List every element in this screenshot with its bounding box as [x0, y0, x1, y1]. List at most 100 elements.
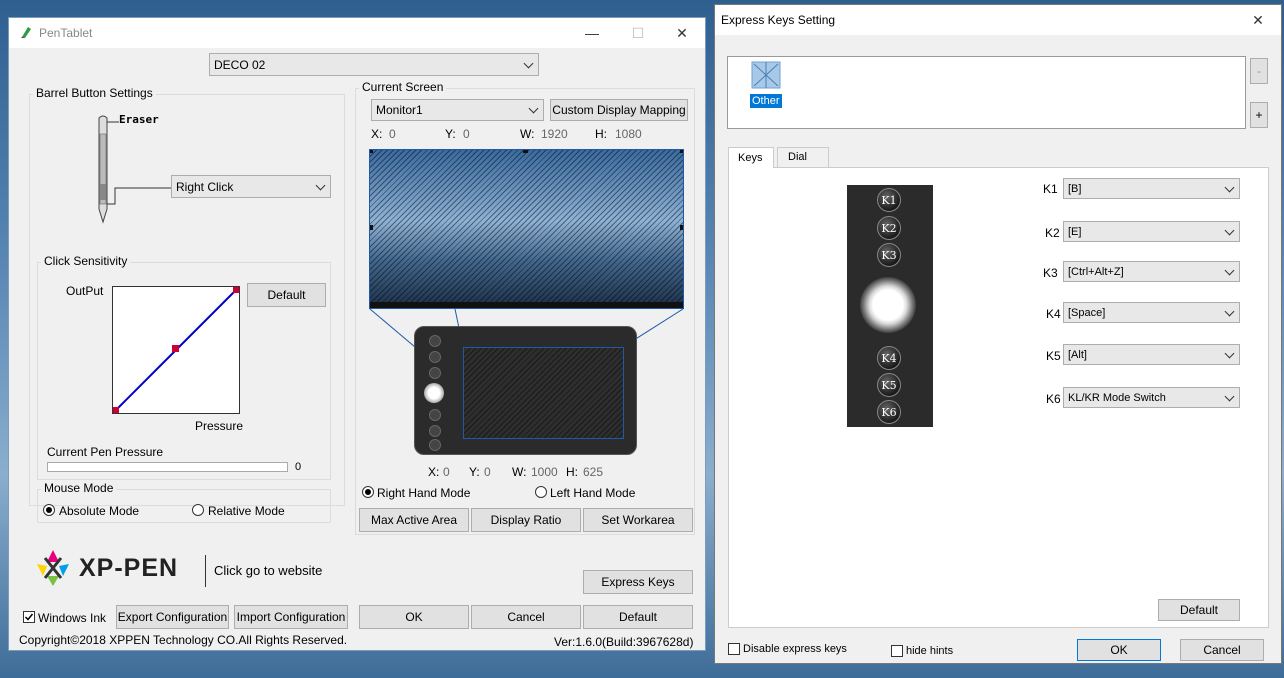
monitor-select-value: Monitor1	[376, 103, 423, 117]
device-select[interactable]: DECO 02	[209, 53, 539, 76]
sensitivity-curve[interactable]	[112, 286, 240, 414]
click-sensitivity-title: Click Sensitivity	[41, 254, 131, 268]
keypad-k6: K6	[877, 400, 901, 424]
relative-mode-label[interactable]: Relative Mode	[208, 504, 285, 518]
screen-w-value: 1920	[541, 127, 568, 141]
area-y-label: Y:	[469, 465, 480, 479]
custom-display-mapping-button[interactable]: Custom Display Mapping	[550, 99, 688, 121]
pentablet-app-icon	[19, 25, 33, 39]
left-hand-mode-radio[interactable]	[535, 486, 547, 498]
express-ok-button[interactable]: OK	[1077, 639, 1161, 661]
right-hand-mode-label[interactable]: Right Hand Mode	[377, 486, 470, 500]
screen-preview[interactable]	[369, 149, 684, 309]
pen-illustration	[95, 114, 185, 234]
current-screen-title: Current Screen	[359, 80, 447, 94]
screen-h-value: 1080	[615, 127, 642, 141]
screen-x-label: X:	[371, 127, 383, 141]
minimize-icon[interactable]: —	[569, 18, 615, 48]
chevron-down-icon	[1224, 225, 1235, 235]
pentablet-titlebar: PenTablet — ☐ ✕	[9, 18, 705, 48]
keypad-k1: K1	[877, 188, 901, 212]
k2-select[interactable]: [E]	[1063, 221, 1240, 242]
screen-h-label: H:	[595, 127, 607, 141]
absolute-mode-radio[interactable]	[43, 504, 55, 516]
keypad-k5: K5	[877, 373, 901, 397]
cancel-button[interactable]: Cancel	[471, 605, 581, 629]
screen-x-value: 0	[389, 127, 396, 141]
close-icon[interactable]: ✕	[659, 18, 705, 48]
import-configuration-button[interactable]: Import Configuration	[234, 605, 348, 629]
disable-express-keys-checkbox[interactable]	[728, 643, 740, 655]
other-app-label[interactable]: Other	[750, 94, 782, 108]
app-list[interactable]: Other	[727, 56, 1246, 129]
screen-w-label: W:	[520, 127, 535, 141]
k3-label: K3	[1043, 266, 1058, 280]
maximize-icon[interactable]: ☐	[615, 18, 661, 48]
tablet-illustration	[414, 326, 637, 455]
tab-keys[interactable]: Keys	[728, 147, 774, 168]
barrel-button-value: Right Click	[176, 179, 234, 194]
express-keys-button[interactable]: Express Keys	[583, 570, 693, 594]
default-button[interactable]: Default	[583, 605, 693, 629]
tab-dial[interactable]: Dial	[777, 147, 829, 167]
tab-dial-label: Dial	[788, 151, 807, 163]
area-h-label: H:	[566, 465, 578, 479]
curve-handle-end	[233, 286, 240, 293]
remove-app-button[interactable]: -	[1250, 58, 1268, 84]
left-hand-mode-label[interactable]: Left Hand Mode	[550, 486, 635, 500]
export-configuration-button[interactable]: Export Configuration	[116, 605, 229, 629]
pressure-value: 0	[295, 461, 302, 473]
chevron-down-icon	[528, 103, 539, 114]
k6-select[interactable]: KL/KR Mode Switch	[1063, 387, 1240, 408]
k6-label: K6	[1046, 392, 1061, 406]
k5-select[interactable]: [Alt]	[1063, 344, 1240, 365]
mouse-mode-title: Mouse Mode	[41, 481, 117, 495]
hide-hints-checkbox[interactable]	[891, 645, 903, 657]
set-workarea-button[interactable]: Set Workarea	[583, 508, 693, 532]
area-w-value: 1000	[531, 465, 558, 479]
pentablet-window: PenTablet — ☐ ✕ DECO 02 Barrel Button Se…	[8, 17, 706, 651]
relative-mode-radio[interactable]	[192, 504, 204, 516]
area-x-value: 0	[443, 465, 450, 479]
hide-hints-label[interactable]: hide hints	[906, 645, 953, 657]
keypad-k2: K2	[877, 216, 901, 240]
area-x-label: X:	[428, 465, 440, 479]
other-app-icon[interactable]	[750, 60, 782, 90]
display-ratio-button[interactable]: Display Ratio	[471, 508, 581, 532]
sensitivity-default-button[interactable]: Default	[247, 283, 326, 307]
copyright-text: Copyright©2018 XPPEN Technology CO.All R…	[19, 633, 348, 647]
k4-select[interactable]: [Space]	[1063, 302, 1240, 323]
chevron-down-icon	[523, 58, 534, 68]
absolute-mode-label[interactable]: Absolute Mode	[59, 504, 139, 518]
max-active-area-button[interactable]: Max Active Area	[359, 508, 469, 532]
output-label: OutPut	[66, 284, 104, 298]
ok-button[interactable]: OK	[359, 605, 469, 629]
curve-handle-start	[112, 407, 119, 414]
barrel-button-select[interactable]: Right Click	[171, 175, 331, 198]
right-hand-mode-radio[interactable]	[362, 486, 374, 498]
k1-select[interactable]: [B]	[1063, 178, 1240, 199]
windows-ink-checkbox[interactable]	[23, 611, 35, 623]
tab-keys-label: Keys	[738, 152, 763, 164]
close-icon[interactable]: ✕	[1235, 5, 1281, 35]
tablet-active-area[interactable]	[463, 347, 624, 439]
windows-ink-label[interactable]: Windows Ink	[38, 611, 106, 625]
keys-default-button[interactable]: Default	[1158, 599, 1240, 621]
disable-express-keys-label[interactable]: Disable express keys	[743, 643, 847, 655]
keypad-k3: K3	[877, 243, 901, 267]
pressure-bar	[47, 462, 288, 472]
k6-value: KL/KR Mode Switch	[1068, 391, 1166, 404]
monitor-select[interactable]: Monitor1	[371, 99, 544, 121]
express-cancel-button[interactable]: Cancel	[1180, 639, 1264, 661]
area-h-value: 625	[583, 465, 604, 479]
chevron-down-icon	[1224, 348, 1235, 358]
device-select-value: DECO 02	[214, 57, 266, 72]
k2-value: [E]	[1068, 225, 1082, 238]
pentablet-title: PenTablet	[39, 26, 93, 40]
k3-select[interactable]: [Ctrl+Alt+Z]	[1063, 261, 1240, 282]
k4-value: [Space]	[1068, 306, 1106, 319]
website-link[interactable]: Click go to website	[214, 563, 322, 578]
chevron-down-icon	[1224, 306, 1235, 316]
add-app-button[interactable]: +	[1250, 102, 1268, 128]
current-pressure-label: Current Pen Pressure	[47, 445, 164, 459]
